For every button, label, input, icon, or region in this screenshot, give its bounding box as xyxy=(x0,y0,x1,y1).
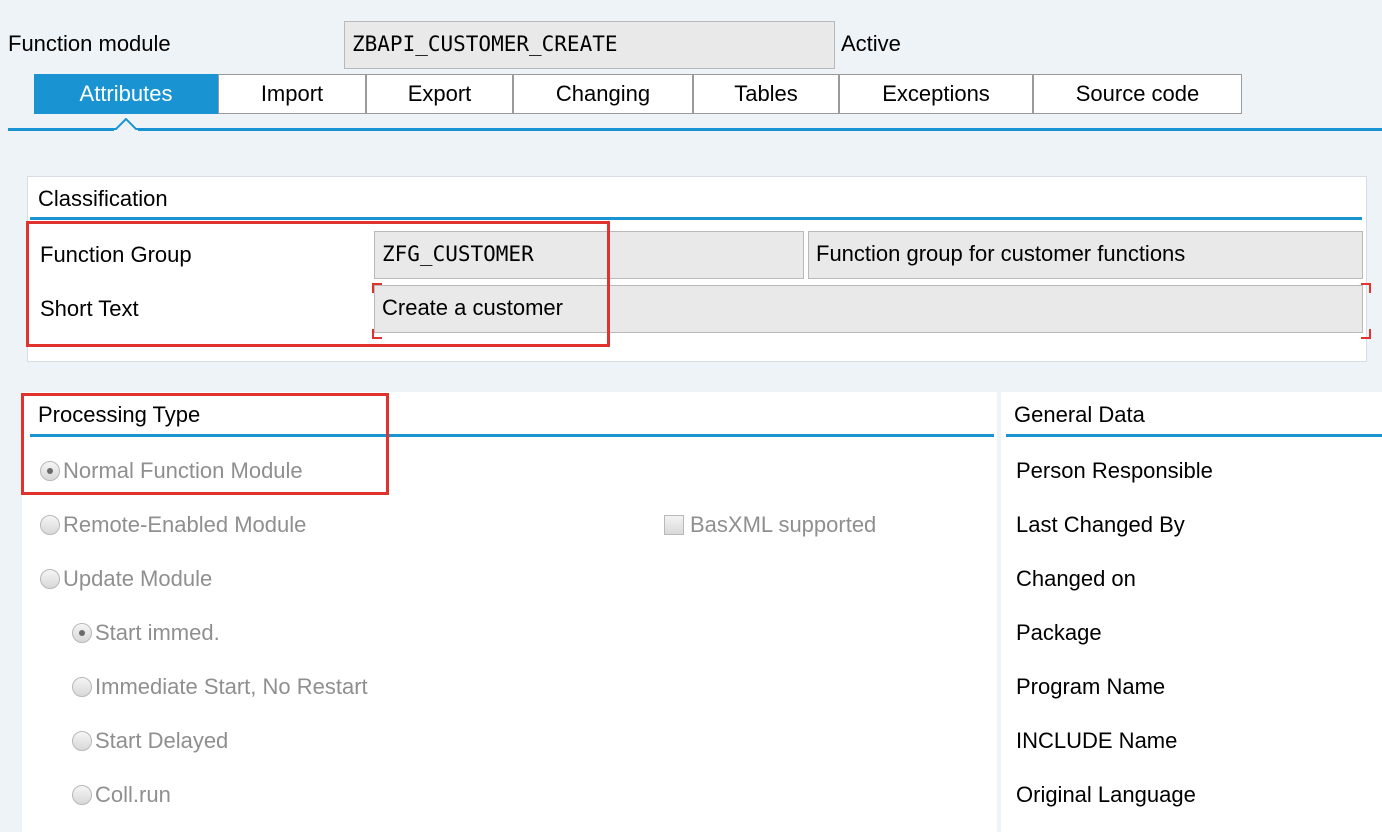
focus-corner xyxy=(1361,283,1371,293)
highlight-box-processing-type xyxy=(21,393,389,495)
checkbox-icon[interactable] xyxy=(664,515,684,535)
general-data-title-line xyxy=(1006,434,1382,437)
function-group-description: Function group for customer functions xyxy=(808,231,1363,279)
checkbox-label: BasXML supported xyxy=(690,512,877,537)
status-text: Active xyxy=(841,31,901,56)
radio-start-delayed[interactable]: Start Delayed xyxy=(72,728,228,754)
function-module-name-field[interactable]: ZBAPI_CUSTOMER_CREATE xyxy=(344,21,835,69)
classification-title: Classification xyxy=(38,186,168,211)
radio-immediate-start-no-restart[interactable]: Immediate Start, No Restart xyxy=(72,674,368,700)
tab-changing[interactable]: Changing xyxy=(513,74,693,114)
tab-source-code[interactable]: Source code xyxy=(1033,74,1242,114)
radio-remote-enabled-module[interactable]: Remote-Enabled Module xyxy=(40,512,306,538)
radio-icon[interactable] xyxy=(40,515,60,535)
radio-label: Coll.run xyxy=(95,782,171,807)
tab-tables[interactable]: Tables xyxy=(693,74,839,114)
general-data-title: General Data xyxy=(1014,402,1145,427)
tab-attributes[interactable]: Attributes xyxy=(34,74,218,114)
include-name-label: INCLUDE Name xyxy=(1016,728,1178,753)
tab-import[interactable]: Import xyxy=(218,74,366,114)
radio-icon[interactable] xyxy=(72,785,92,805)
basxml-checkbox[interactable]: BasXML supported xyxy=(664,512,876,538)
radio-label: Immediate Start, No Restart xyxy=(95,674,368,699)
focus-corner xyxy=(1361,329,1371,339)
radio-start-immed[interactable]: Start immed. xyxy=(72,620,220,646)
radio-coll-run[interactable]: Coll.run xyxy=(72,782,171,808)
tab-exceptions[interactable]: Exceptions xyxy=(839,74,1033,114)
tab-strip-line xyxy=(8,128,1382,131)
radio-label: Update Module xyxy=(63,566,213,591)
original-language-label: Original Language xyxy=(1016,782,1196,807)
classification-title-line xyxy=(30,217,1362,220)
person-responsible-label: Person Responsible xyxy=(1016,458,1213,483)
last-changed-by-label: Last Changed By xyxy=(1016,512,1185,537)
function-module-label: Function module xyxy=(8,31,171,56)
tab-export[interactable]: Export xyxy=(366,74,513,114)
changed-on-label: Changed on xyxy=(1016,566,1136,591)
radio-icon[interactable] xyxy=(72,731,92,751)
radio-update-module[interactable]: Update Module xyxy=(40,566,212,592)
package-label: Package xyxy=(1016,620,1102,645)
program-name-label: Program Name xyxy=(1016,674,1166,699)
radio-label: Remote-Enabled Module xyxy=(63,512,307,537)
active-tab-pointer xyxy=(114,118,138,132)
radio-label: Start immed. xyxy=(95,620,220,645)
highlight-box-classification xyxy=(26,221,610,347)
radio-selected-icon[interactable] xyxy=(72,623,92,643)
radio-label: Start Delayed xyxy=(95,728,229,753)
radio-icon[interactable] xyxy=(72,677,92,697)
radio-icon[interactable] xyxy=(40,569,60,589)
